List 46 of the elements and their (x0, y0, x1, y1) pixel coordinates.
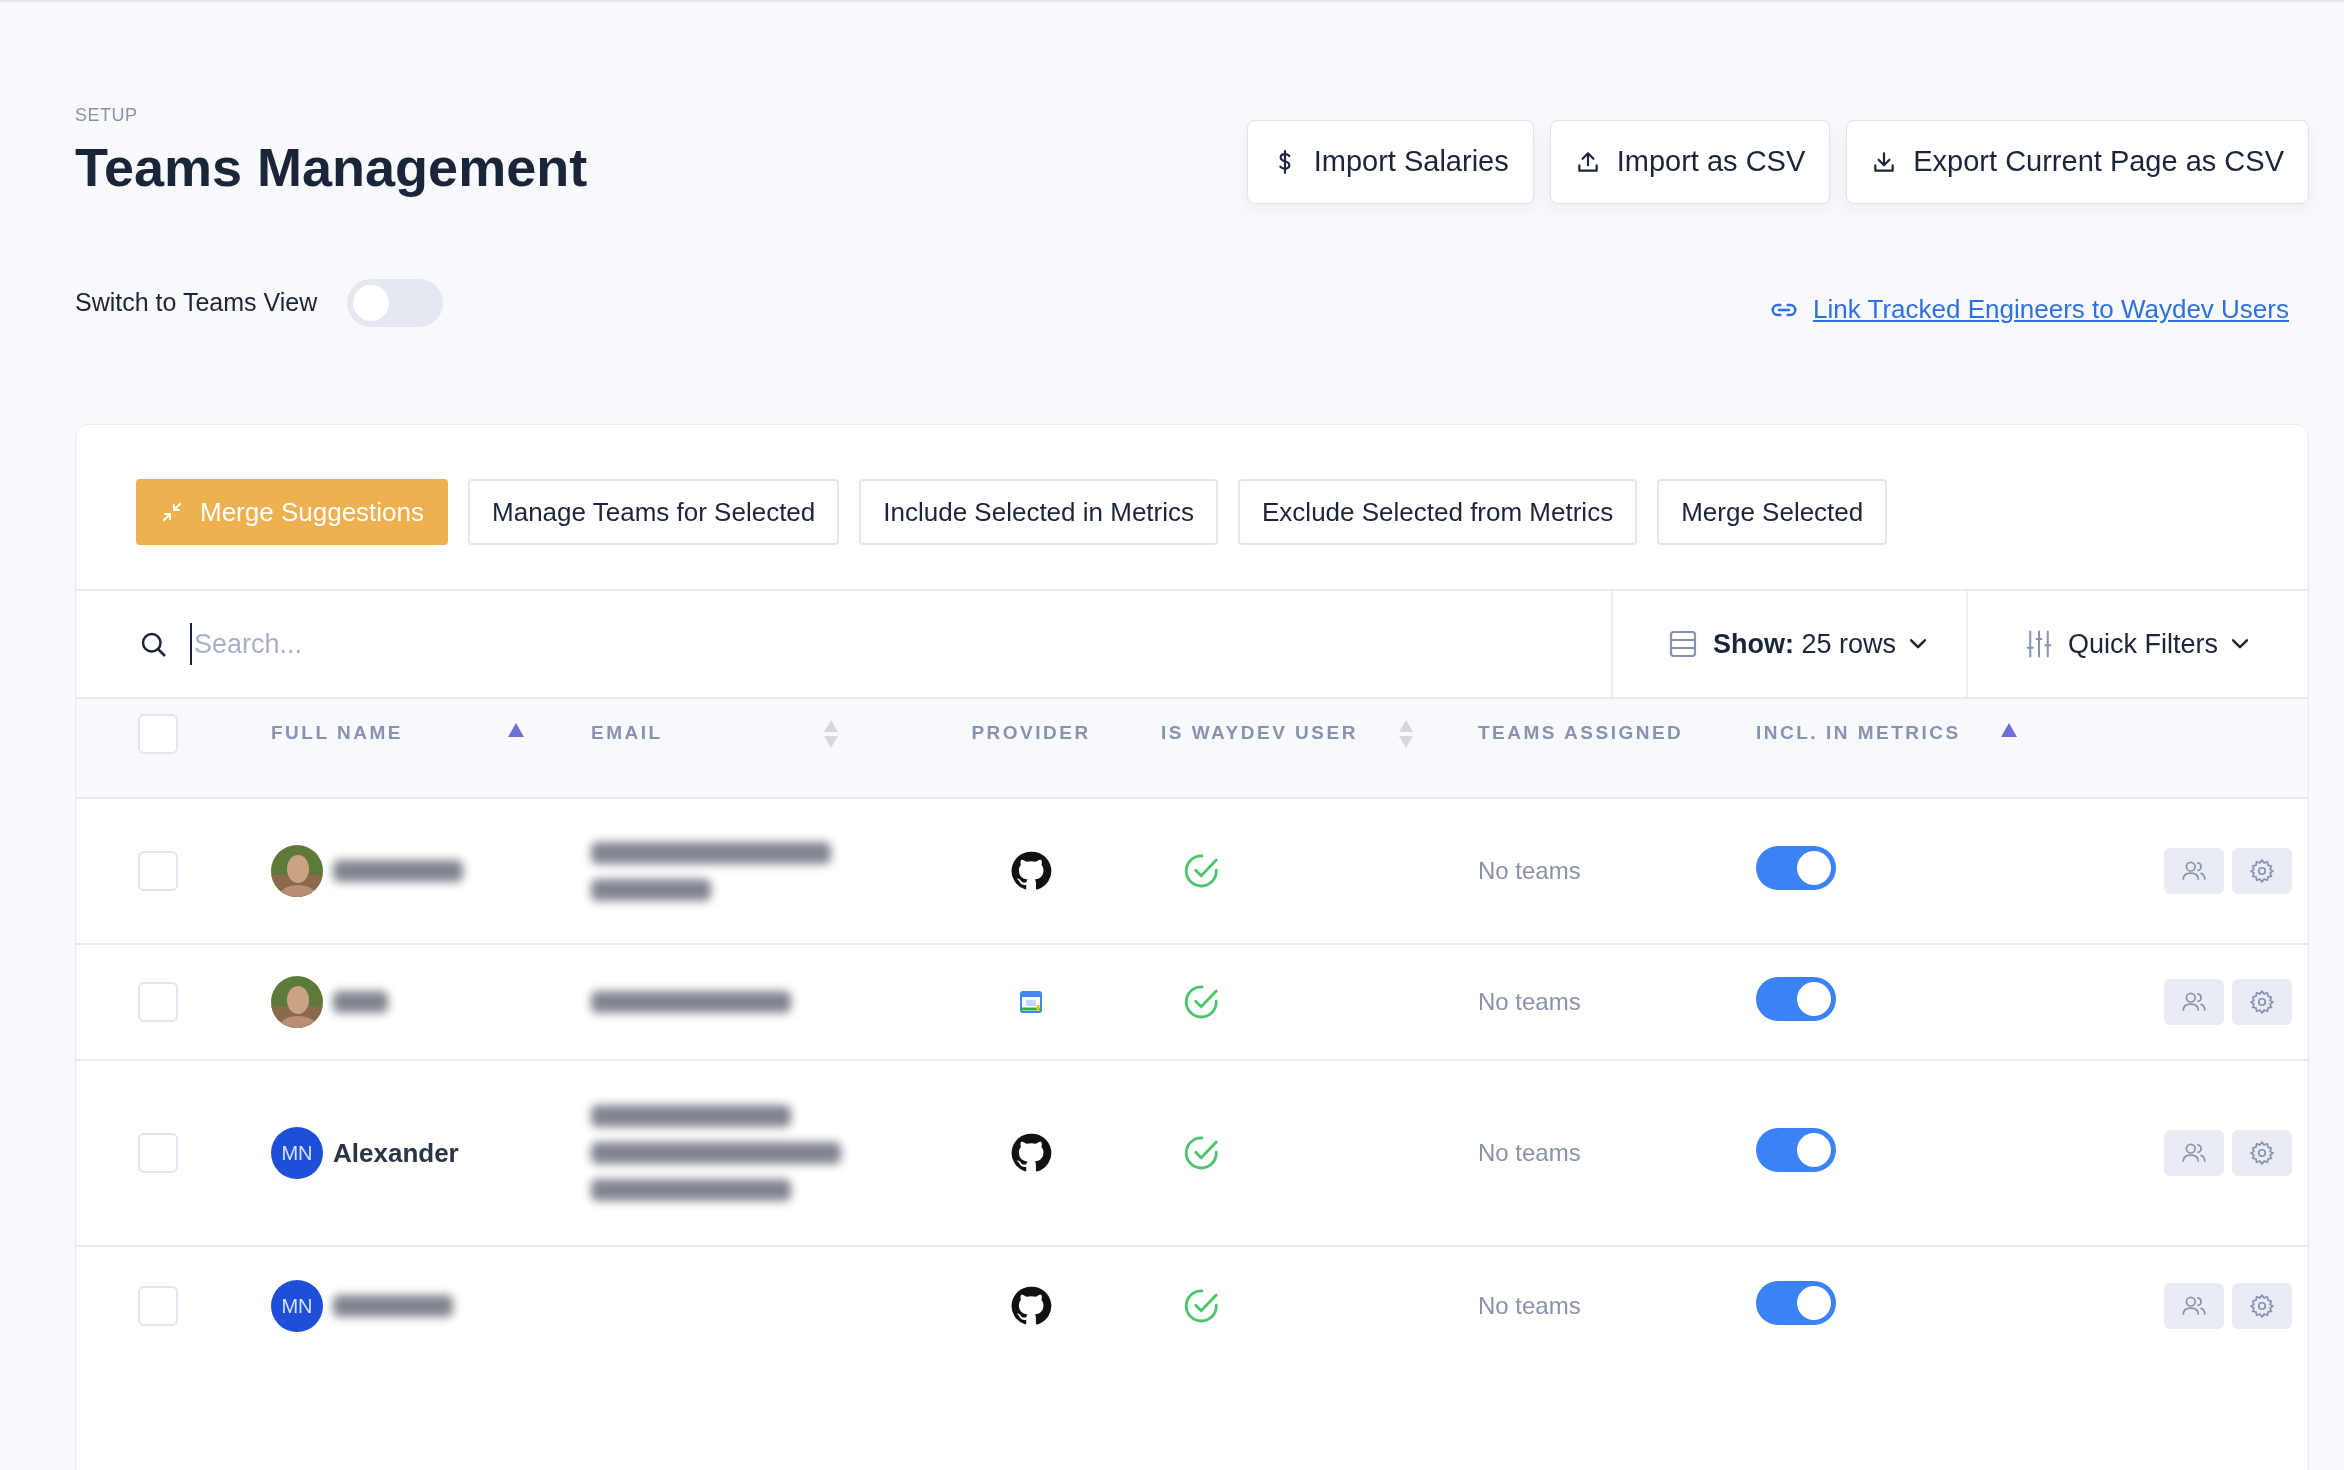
toolbar-button[interactable]: Merge Selected (1657, 479, 1888, 545)
checkbox[interactable] (138, 1286, 178, 1326)
avatar: MN (271, 1280, 323, 1332)
toggle-switch[interactable] (1756, 1128, 1836, 1172)
settings-button[interactable] (2232, 848, 2292, 894)
teams-text: No teams (1478, 988, 1581, 1015)
checkbox[interactable] (138, 713, 178, 754)
toggle-label: Switch to Teams View (75, 286, 318, 318)
action-button[interactable]: Import as CSV (1549, 120, 1831, 204)
teams-text: No teams (1478, 857, 1581, 884)
team-button[interactable] (2164, 848, 2224, 894)
settings-icon (2249, 1140, 2275, 1166)
toolbar-button[interactable]: Include Selected in Metrics (859, 479, 1218, 545)
blurred-text (333, 991, 388, 1013)
chevron-down-icon (2232, 639, 2248, 649)
toolbar-button[interactable]: Manage Teams for Selected (468, 479, 840, 545)
action-button[interactable]: Export Current Page as CSV (1846, 120, 2309, 204)
quick-filters-dropdown[interactable]: Quick Filters (1967, 591, 2308, 697)
toggle-switch[interactable] (1756, 977, 1836, 1021)
action-button[interactable]: Import Salaries (1246, 120, 1534, 204)
user-name: Alexander (333, 1136, 459, 1170)
avatar: MN (271, 1127, 323, 1179)
settings-button[interactable] (2232, 1130, 2292, 1176)
team-button[interactable] (2164, 979, 2224, 1025)
teams-text: No teams (1478, 1139, 1581, 1166)
page-title: Teams Management (75, 136, 588, 199)
toolbar-button[interactable]: Exclude Selected from Metrics (1238, 479, 1638, 545)
team-button[interactable] (2164, 1130, 2224, 1176)
chevron-down-icon (1909, 639, 1926, 649)
collapse-arrows-icon (160, 500, 184, 524)
settings-button[interactable] (2232, 979, 2292, 1025)
team-button[interactable] (2164, 1283, 2224, 1329)
calendar-icon (1019, 990, 1043, 1014)
settings-icon (2249, 858, 2275, 884)
teams-text: No teams (1478, 1292, 1581, 1319)
settings-icon (2249, 989, 2275, 1015)
checkbox[interactable] (138, 1133, 178, 1173)
checkbox[interactable] (138, 982, 178, 1022)
settings-button[interactable] (2232, 1283, 2292, 1329)
toggle-switch[interactable] (1756, 846, 1836, 890)
toggle-switch[interactable] (1756, 1281, 1836, 1325)
link[interactable]: Link Tracked Engineers to Waydev Users (1813, 290, 2289, 329)
settings-icon (2249, 1293, 2275, 1319)
eyebrow-label: SETUP (75, 104, 139, 127)
toggle-switch[interactable] (347, 278, 444, 327)
checkbox[interactable] (138, 851, 178, 891)
